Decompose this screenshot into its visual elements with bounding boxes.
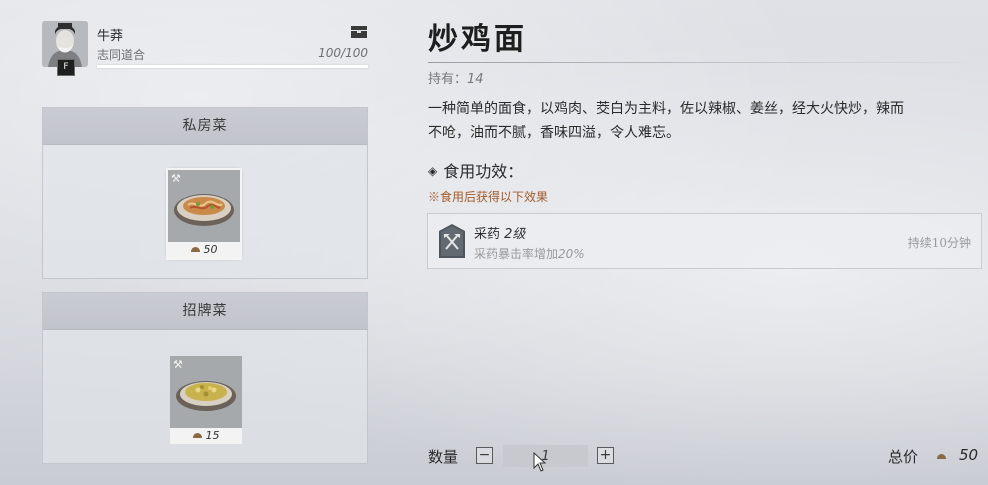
favor-bar [97, 65, 368, 68]
favor-value: 100/100 [318, 46, 368, 60]
total-price-label: 总价 [888, 448, 919, 466]
pickaxe-icon: ⚒ [173, 358, 183, 371]
coin-icon [190, 247, 200, 252]
owned-label: 持有： [428, 72, 468, 87]
menu-header: 私房菜 [43, 108, 367, 145]
dish-price: 15 [170, 428, 242, 444]
effects-header: ◈ 食用功效： [428, 158, 523, 182]
player-name: 牛莽 [97, 29, 124, 44]
dish-title: 炒鸡面 [428, 22, 527, 57]
diamond-bullet-icon: ◈ [428, 164, 438, 178]
dish-price-value: 50 [203, 243, 218, 256]
dish-price-value: 15 [205, 429, 220, 442]
title-divider [428, 62, 988, 63]
effects-note: ※食用后获得以下效果 [428, 190, 549, 204]
coin-icon [937, 454, 946, 459]
effect-duration: 持续10分钟 [907, 236, 971, 250]
effect-description: 采药暴击率增加20% [474, 245, 585, 262]
owned-count: 持有：14 [428, 68, 484, 87]
dish-price: 50 [168, 242, 240, 258]
dish-card-fried-chicken-noodles[interactable]: ⚒ 50 [166, 168, 242, 260]
effect-level: 2级 [504, 227, 526, 242]
chest-icon [351, 26, 367, 38]
effect-value: 20% [558, 247, 585, 261]
herb-gathering-icon [439, 224, 465, 258]
coin-icon [192, 433, 202, 438]
menu-header: 招牌菜 [43, 293, 367, 330]
description-line: 不呛，油而不腻，香味四溢，令人难忘。 [428, 125, 680, 141]
player-card: F 牛莽 志同道合 100/100 [42, 21, 368, 76]
effect-name: 采药 2级 [474, 223, 525, 242]
menu-panel-private: 私房菜 ⚒ 50 [42, 107, 368, 279]
rank-badge: F [57, 59, 75, 76]
effect-entry: 采药 2级 采药暴击率增加20% 持续10分钟 [427, 213, 982, 269]
effects-header-label: 食用功效： [443, 162, 524, 181]
quantity-label: 数量 [428, 448, 459, 466]
decrease-quantity-button[interactable]: − [476, 447, 493, 464]
dish-description: 一种简单的面食，以鸡肉、茭白为主料，佐以辣椒、姜丝，经大火快炒，辣而 不呛，油而… [428, 97, 988, 145]
player-relationship: 志同道合 [97, 48, 146, 62]
increase-quantity-button[interactable]: + [597, 447, 614, 464]
dish-card-signature[interactable]: ⚒ 15 [170, 356, 242, 444]
description-line: 一种简单的面食，以鸡肉、茭白为主料，佐以辣椒、姜丝，经大火快炒，辣而 [428, 101, 904, 117]
mouse-cursor-icon [533, 452, 547, 472]
total-price-value: 50 [959, 446, 979, 464]
effect-description-text: 采药暴击率增加 [474, 247, 559, 261]
owned-value: 14 [467, 72, 484, 87]
effect-name-label: 采药 [474, 227, 501, 242]
pickaxe-icon: ⚒ [171, 172, 181, 185]
menu-panel-signature: 招牌菜 ⚒ 15 [42, 292, 368, 464]
